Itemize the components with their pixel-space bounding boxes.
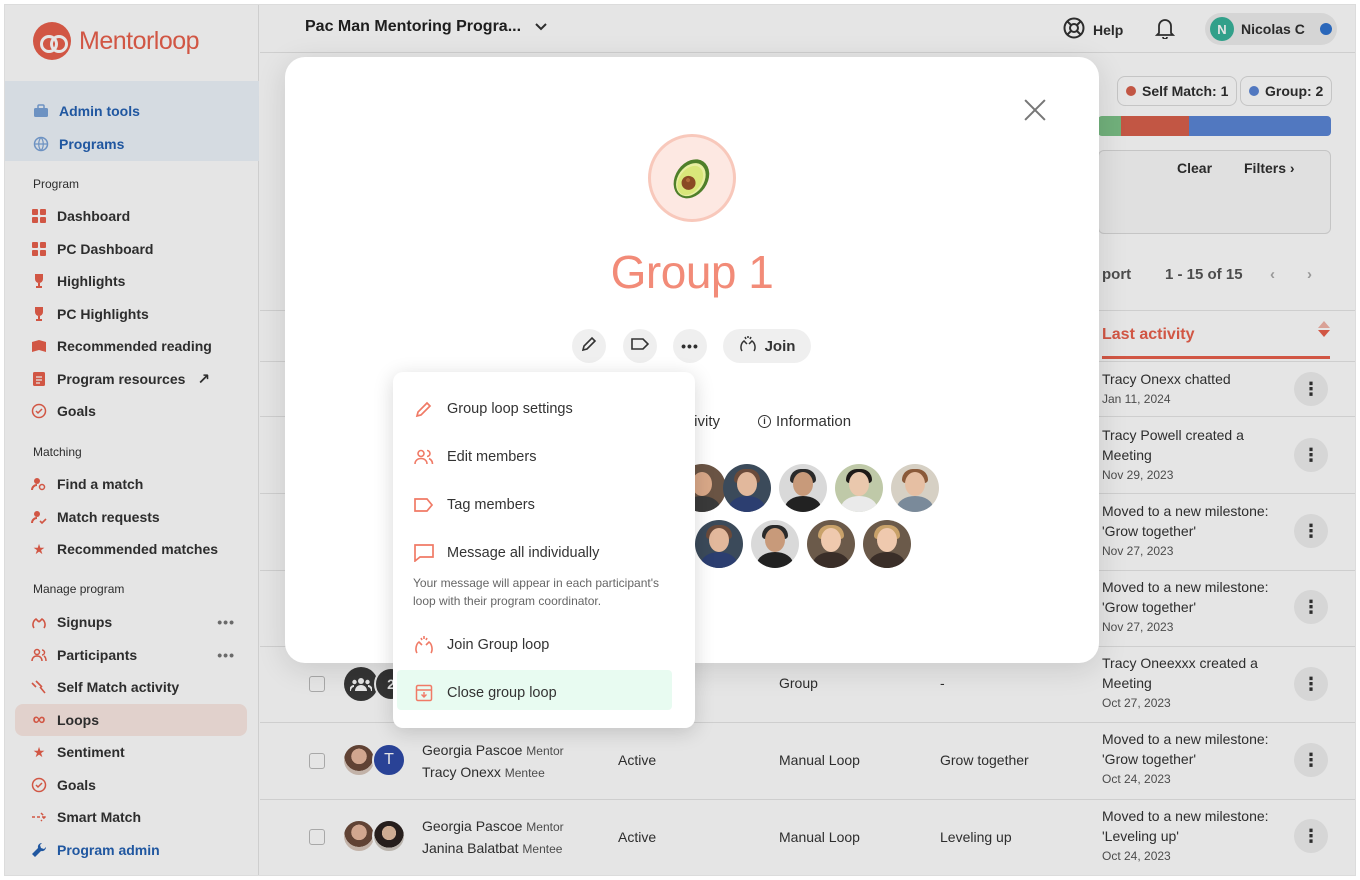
- more-options-menu: Group loop settings Edit members Tag mem…: [393, 372, 695, 728]
- more-options-button[interactable]: •••: [673, 329, 707, 363]
- menu-item-edit-members[interactable]: Edit members: [413, 446, 536, 468]
- pencil-icon: [413, 398, 435, 420]
- app-window: Mentorloop Admin tools Programs Program …: [4, 4, 1356, 876]
- menu-item-label: Close group loop: [447, 685, 557, 701]
- member-avatar[interactable]: [835, 464, 883, 512]
- menu-item-tag-members[interactable]: Tag members: [413, 494, 535, 516]
- member-avatar[interactable]: [891, 464, 939, 512]
- member-avatar[interactable]: [751, 520, 799, 568]
- member-avatar[interactable]: [723, 464, 771, 512]
- menu-item-message-all[interactable]: Message all individually: [413, 542, 599, 564]
- member-avatar[interactable]: [863, 520, 911, 568]
- menu-item-group-loop-settings[interactable]: Group loop settings: [413, 398, 573, 420]
- menu-item-label: Tag members: [447, 497, 535, 513]
- hands-icon: [413, 634, 435, 656]
- more-horizontal-icon: •••: [681, 338, 699, 354]
- menu-item-label: Message all individually: [447, 545, 600, 561]
- info-icon: i: [758, 415, 771, 428]
- message-all-hint: Your message will appear in each partici…: [413, 576, 659, 608]
- join-button[interactable]: Join: [723, 329, 811, 363]
- tab-information[interactable]: i Information: [758, 413, 851, 430]
- member-avatar[interactable]: [779, 464, 827, 512]
- menu-item-join-group-loop[interactable]: Join Group loop: [413, 634, 549, 656]
- tag-icon: [631, 337, 650, 356]
- tab-information-label: Information: [776, 413, 852, 430]
- join-label: Join: [764, 337, 796, 355]
- pencil-icon: [581, 336, 597, 357]
- member-avatar[interactable]: [807, 520, 855, 568]
- menu-item-label: Group loop settings: [447, 401, 573, 417]
- tag-button[interactable]: [623, 329, 657, 363]
- menu-item-label: Join Group loop: [447, 637, 550, 653]
- avocado-icon: [648, 134, 736, 222]
- menu-item-label: Edit members: [447, 449, 537, 465]
- archive-icon: [413, 682, 435, 704]
- member-avatar[interactable]: [695, 520, 743, 568]
- modal-title: Group 1: [610, 246, 774, 298]
- message-icon: [413, 542, 435, 564]
- close-icon[interactable]: [1022, 97, 1048, 123]
- tag-icon: [413, 494, 435, 516]
- menu-item-close-group-loop[interactable]: Close group loop: [413, 682, 557, 704]
- users-icon: [413, 446, 435, 468]
- hands-icon: [739, 335, 757, 357]
- edit-button[interactable]: [572, 329, 606, 363]
